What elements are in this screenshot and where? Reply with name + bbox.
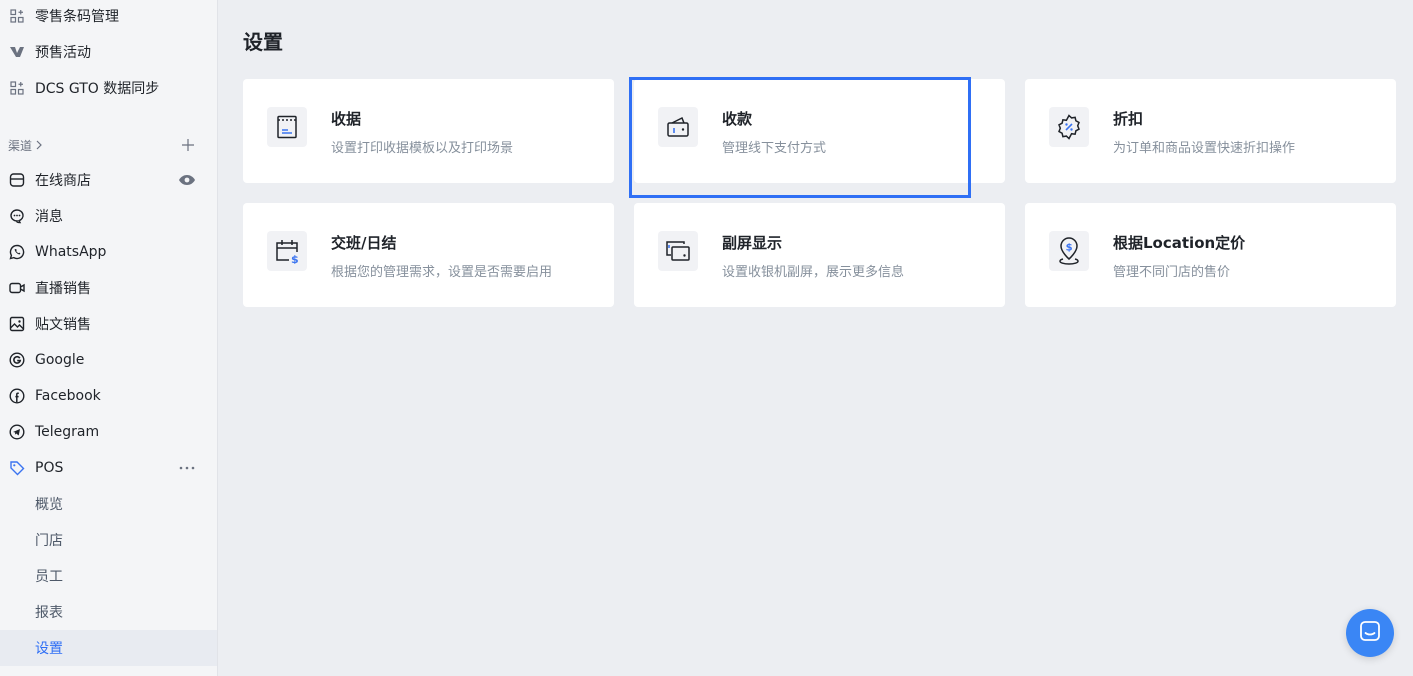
sidebar-item-label: Facebook [35, 388, 101, 404]
card-title: 交班/日结 [331, 234, 397, 252]
chat-support-button[interactable] [1346, 609, 1394, 657]
more-icon[interactable] [177, 460, 197, 476]
sidebar-item-facebook[interactable]: Facebook [0, 378, 217, 414]
sidebar-item-label: WhatsApp [35, 244, 107, 260]
whatsapp-icon [9, 244, 25, 260]
svg-text:$: $ [291, 253, 299, 264]
sidebar-item-label: 直播销售 [35, 281, 91, 297]
google-icon [9, 352, 25, 368]
pos-tag-icon [9, 460, 25, 476]
sidebar-item-whatsapp[interactable]: WhatsApp [0, 234, 217, 270]
section-label: 渠道 [8, 139, 33, 153]
sidebar-item-label: 消息 [35, 209, 63, 225]
receipt-icon [267, 107, 307, 147]
card-description: 设置收银机副屏，展示更多信息 [722, 265, 905, 280]
sidebar-item-online-store[interactable]: 在线商店 [0, 162, 217, 198]
settings-card-payment[interactable]: 收款 管理线下支付方式 [634, 79, 1005, 183]
settings-card-discount[interactable]: 折扣 为订单和商品设置快速折扣操作 [1025, 79, 1396, 183]
storefront-icon [9, 172, 25, 188]
sidebar-item-dcs-sync[interactable]: DCS GTO 数据同步 [0, 70, 217, 106]
video-icon [9, 280, 25, 296]
settings-card-location-pricing[interactable]: $ 根据Location定价 管理不同门店的售价 [1025, 203, 1396, 307]
sidebar-item-label: 预售活动 [35, 45, 91, 61]
chat-bubble-icon [9, 208, 25, 224]
sidebar-subitem-overview[interactable]: 概览 [0, 486, 217, 522]
card-description: 设置打印收据模板以及打印场景 [331, 141, 514, 156]
card-title: 副屏显示 [722, 234, 783, 252]
sidebar-item-presale[interactable]: 预售活动 [0, 34, 217, 70]
grid-apps-icon [9, 80, 25, 96]
sidebar-subitem-staff[interactable]: 员工 [0, 558, 217, 594]
grid-apps-icon [9, 8, 25, 24]
settings-card-shift[interactable]: $ 交班/日结 根据您的管理需求，设置是否需要启用 [243, 203, 614, 307]
sidebar-item-label: Telegram [35, 424, 100, 440]
telegram-icon [9, 424, 25, 440]
card-title: 收款 [722, 110, 753, 128]
sidebar-item-barcode[interactable]: 零售条码管理 [0, 0, 217, 34]
sidebar: 零售条码管理 预售活动 DCS GTO 数据同步 渠道 在线商店 消息 What… [0, 0, 218, 676]
chevron-right-icon [35, 139, 43, 153]
add-channel-icon[interactable] [180, 137, 196, 153]
settings-card-receipt[interactable]: 收据 设置打印收据模板以及打印场景 [243, 79, 614, 183]
sidebar-item-messages[interactable]: 消息 [0, 198, 217, 234]
sidebar-subitem-label: 设置 [35, 641, 63, 657]
sidebar-item-label: POS [35, 460, 64, 476]
second-screen-icon [658, 231, 698, 271]
facebook-icon [9, 388, 25, 404]
card-description: 为订单和商品设置快速折扣操作 [1113, 141, 1296, 156]
image-post-icon [9, 316, 25, 332]
sidebar-subitem-label: 概览 [35, 497, 63, 513]
card-title: 根据Location定价 [1113, 234, 1246, 252]
sidebar-item-label: 零售条码管理 [35, 9, 119, 25]
sidebar-item-live-sales[interactable]: 直播销售 [0, 270, 217, 306]
sidebar-item-pos[interactable]: POS [0, 450, 217, 486]
card-title: 折扣 [1113, 110, 1144, 128]
sidebar-item-label: 在线商店 [35, 173, 91, 189]
settings-card-second-screen[interactable]: 副屏显示 设置收银机副屏，展示更多信息 [634, 203, 1005, 307]
sidebar-item-label: 贴文销售 [35, 317, 91, 333]
presale-tag-icon [9, 44, 25, 60]
sidebar-item-label: DCS GTO 数据同步 [35, 81, 160, 97]
sidebar-subitem-label: 员工 [35, 569, 63, 585]
sidebar-item-label: Google [35, 352, 85, 368]
sidebar-subitem-settings[interactable]: 设置 [0, 630, 217, 666]
sidebar-item-telegram[interactable]: Telegram [0, 414, 217, 450]
discount-badge-icon [1049, 107, 1089, 147]
location-price-icon: $ [1049, 231, 1089, 271]
card-description: 管理不同门店的售价 [1113, 265, 1231, 280]
page-title: 设置 [243, 30, 283, 54]
eye-icon[interactable] [177, 172, 197, 188]
channels-section-header[interactable]: 渠道 [8, 137, 43, 154]
svg-text:$: $ [1066, 243, 1073, 254]
wallet-icon [658, 107, 698, 147]
sidebar-subitem-stores[interactable]: 门店 [0, 522, 217, 558]
sidebar-subitem-reports[interactable]: 报表 [0, 594, 217, 630]
sidebar-item-post-sales[interactable]: 贴文销售 [0, 306, 217, 342]
card-description: 根据您的管理需求，设置是否需要启用 [331, 265, 553, 280]
card-description: 管理线下支付方式 [722, 141, 827, 156]
sidebar-subitem-label: 报表 [35, 605, 63, 621]
calendar-dollar-icon: $ [267, 231, 307, 271]
card-title: 收据 [331, 110, 362, 128]
sidebar-subitem-label: 门店 [35, 533, 63, 549]
chat-icon [1359, 620, 1381, 646]
sidebar-item-google[interactable]: Google [0, 342, 217, 378]
